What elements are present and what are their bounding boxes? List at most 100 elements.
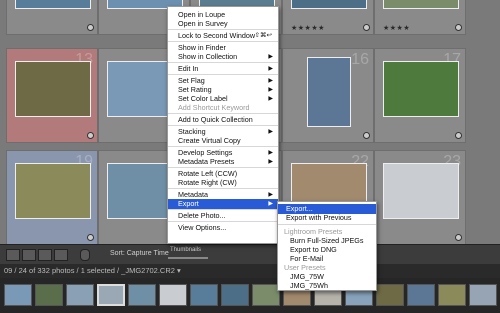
photo-thumbnail[interactable] [15, 61, 91, 117]
badge-icon[interactable] [363, 132, 370, 139]
menu-item-create-virtual-copy[interactable]: Create Virtual Copy [168, 136, 278, 146]
grid-cell[interactable]: 19 [6, 150, 98, 244]
filmstrip-thumbnail[interactable] [128, 284, 156, 306]
photo-thumbnail[interactable] [383, 0, 459, 9]
badge-icon[interactable] [87, 234, 94, 241]
menu-separator [278, 224, 376, 225]
menu-separator [168, 29, 278, 30]
badge-icon[interactable] [455, 234, 462, 241]
menu-item-label: Rotate Right (CW) [178, 178, 237, 187]
grid-cell[interactable] [6, 0, 98, 35]
grid-cell[interactable]: 17 [374, 48, 466, 143]
loupe-view-button[interactable] [22, 249, 36, 261]
menu-item-label: Add to Quick Collection [178, 115, 253, 124]
badge-icon[interactable] [455, 132, 462, 139]
menu-item-label: Develop Settings [178, 148, 233, 157]
menu-item-label: Open in Loupe [178, 10, 226, 19]
menu-item-label: View Options... [178, 223, 227, 232]
menu-item-rotate-right-cw[interactable]: Rotate Right (CW) [168, 178, 278, 188]
grid-cell[interactable]: 23 [374, 150, 466, 244]
submenu-arrow-icon: ▶ [268, 201, 273, 207]
menu-item-label: Create Virtual Copy [178, 136, 241, 145]
filmstrip-thumbnail[interactable] [252, 284, 280, 306]
menu-item-label: Stacking [178, 127, 206, 136]
grid-cell[interactable]: ★★★★ [374, 0, 466, 35]
filmstrip-thumbnail[interactable] [438, 284, 466, 306]
submenu-arrow-icon: ▶ [268, 66, 273, 72]
menu-item-label: Rotate Left (CCW) [178, 169, 238, 178]
menu-separator [168, 62, 278, 63]
photo-thumbnail[interactable] [15, 0, 91, 9]
menu-separator [168, 167, 278, 168]
menu-item-label: Delete Photo... [178, 211, 226, 220]
menu-separator [168, 41, 278, 42]
thumbnail-size-slider[interactable] [168, 257, 208, 259]
menu-separator [168, 113, 278, 114]
photo-thumbnail[interactable] [291, 0, 367, 9]
filmstrip-thumbnail[interactable] [221, 284, 249, 306]
grid-cell[interactable]: 13 [6, 48, 98, 143]
menu-separator [168, 74, 278, 75]
spray-can-icon[interactable] [80, 249, 90, 261]
star-rating: ★★★★★ [291, 25, 325, 32]
badge-icon[interactable] [87, 24, 94, 31]
menu-item-label: Set Flag [178, 76, 205, 85]
menu-separator [168, 125, 278, 126]
filmstrip-thumbnail[interactable] [190, 284, 218, 306]
menu-item-export[interactable]: Export ▶ [168, 199, 278, 209]
menu-item-label: Open in Survey [178, 19, 228, 28]
status-bar: 09 / 24 of 332 photos / 1 selected / _JM… [0, 264, 500, 278]
filmstrip-thumbnail[interactable] [376, 284, 404, 306]
grid-cell[interactable]: ★★★★★ [282, 0, 374, 35]
menu-item-metadata-presets[interactable]: Metadata Presets ▶ [168, 157, 278, 167]
menu-separator [168, 209, 278, 210]
compare-view-button[interactable] [38, 249, 52, 261]
menu-item-open-in-survey[interactable]: Open in Survey [168, 19, 278, 29]
submenu-arrow-icon: ▶ [268, 54, 273, 60]
cell-index: 16 [351, 51, 369, 68]
menu-item-label: Metadata [178, 190, 208, 199]
badge-icon[interactable] [455, 24, 462, 31]
filmstrip-thumbnail[interactable] [159, 284, 187, 306]
menu-item-label: Set Color Label [178, 94, 228, 103]
submenu-arrow-icon: ▶ [268, 159, 273, 165]
grid-view-button[interactable] [6, 249, 20, 261]
submenu-item-jmg-75wh[interactable]: JMG_75Wh [278, 281, 376, 291]
filmstrip-thumbnail[interactable] [4, 284, 32, 306]
photo-thumbnail[interactable] [383, 61, 459, 117]
filmstrip-thumbnail[interactable] [407, 284, 435, 306]
menu-item-show-in-collection[interactable]: Show in Collection ▶ [168, 52, 278, 62]
filmstrip [0, 278, 500, 313]
filmstrip-thumbnail[interactable] [35, 284, 63, 306]
menu-separator [168, 188, 278, 189]
menu-separator [168, 146, 278, 147]
menu-item-delete-photo[interactable]: Delete Photo... [168, 211, 278, 221]
badge-icon[interactable] [363, 24, 370, 31]
filmstrip-thumbnail[interactable] [469, 284, 497, 306]
star-rating: ★★★★ [383, 25, 411, 32]
menu-item-label: Show in Finder [178, 43, 226, 52]
menu-item-label: Edit In [178, 64, 199, 73]
menu-item-label: Export [178, 199, 199, 208]
menu-item-add-to-quick-collection[interactable]: Add to Quick Collection [168, 115, 278, 125]
sort-dropdown[interactable]: Sort: Capture Time [110, 250, 169, 257]
context-menu: Open in Loupe Open in Survey Lock to Secon… [167, 6, 279, 244]
menu-item-view-options[interactable]: View Options... [168, 223, 278, 233]
menu-item-lock-to-second-window[interactable]: Lock to Second Window ⇧⌘↩ [168, 31, 278, 41]
status-text: 09 / 24 of 332 photos / 1 selected / _JM… [4, 266, 181, 275]
menu-item-label: Add Shortcut Keyword [178, 103, 250, 112]
export-submenu: Export... Export with Previous Lightroom P… [277, 201, 377, 291]
filmstrip-thumbnail[interactable] [66, 284, 94, 306]
badge-icon[interactable] [87, 132, 94, 139]
photo-thumbnail[interactable] [307, 57, 351, 127]
filmstrip-thumbnail[interactable] [97, 284, 125, 306]
survey-view-button[interactable] [54, 249, 68, 261]
photo-thumbnail[interactable] [383, 163, 459, 219]
menu-item-edit-in[interactable]: Edit In ▶ [168, 64, 278, 74]
photo-thumbnail[interactable] [15, 163, 91, 219]
submenu-item-export-with-previous[interactable]: Export with Previous [278, 213, 376, 223]
menu-item-label: Lock to Second Window [178, 31, 256, 40]
grid-cell[interactable]: 16 [282, 48, 374, 143]
library-toolbar: Sort: Capture Time Thumbnails [0, 244, 500, 265]
menu-item-add-shortcut-keyword: Add Shortcut Keyword [168, 103, 278, 113]
